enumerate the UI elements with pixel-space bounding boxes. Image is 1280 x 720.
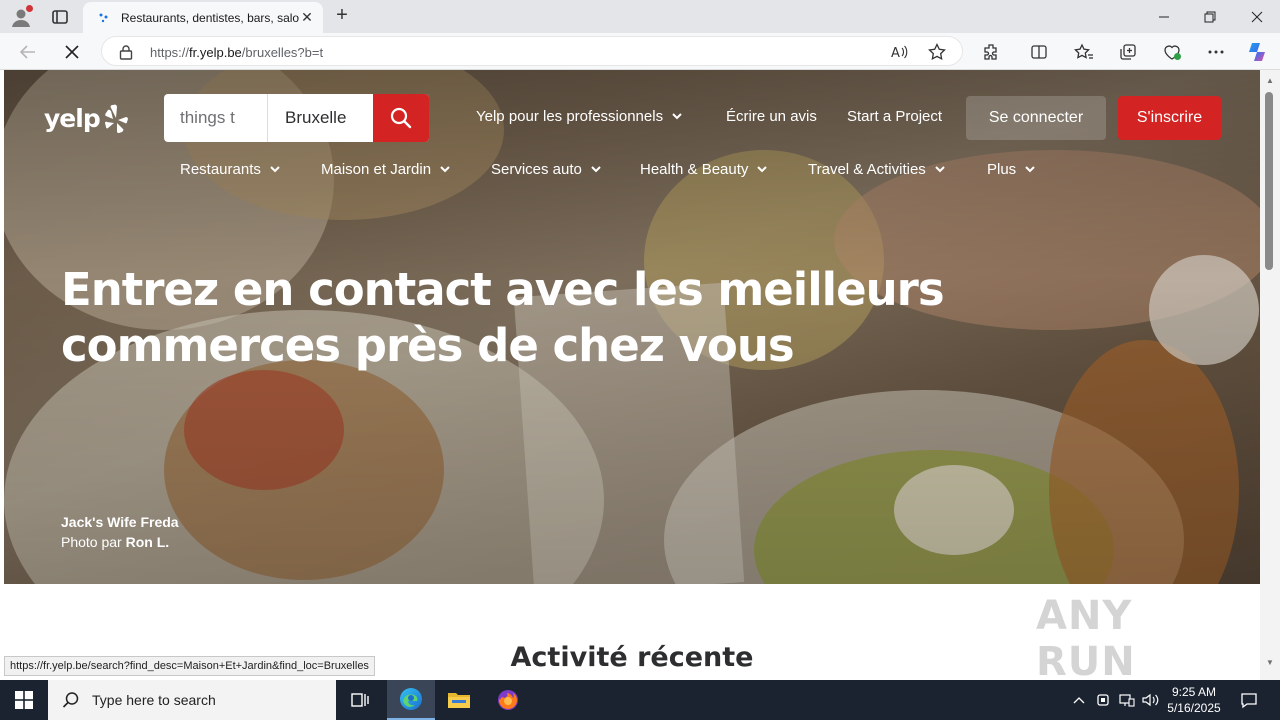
status-bar-url: https://fr.yelp.be/search?find_desc=Mais… <box>4 656 375 676</box>
category-home-garden[interactable]: Maison et Jardin <box>321 158 451 180</box>
logo-text: yelp <box>44 103 101 133</box>
for-business-dropdown[interactable]: Yelp pour les professionnels <box>476 108 683 125</box>
notification-dot <box>26 5 33 12</box>
address-bar[interactable]: https://fr.yelp.be/bruxelles?b=t A <box>101 36 963 66</box>
taskbar-search-box[interactable]: Type here to search <box>48 680 336 720</box>
favorites-icon[interactable] <box>1072 40 1096 64</box>
chevron-down-icon <box>440 166 450 173</box>
profile-avatar-icon[interactable] <box>10 5 33 28</box>
web-page: yelp things t Bruxelle Yelp pour les pro… <box>4 70 1260 680</box>
category-auto-services[interactable]: Services auto <box>491 158 602 180</box>
browser-tab-bar: Restaurants, dentistes, bars, salon ✕ + <box>0 0 1280 33</box>
file-explorer-icon[interactable] <box>435 680 483 720</box>
extensions-icon[interactable] <box>979 40 1003 64</box>
favorite-star-icon[interactable] <box>926 42 948 62</box>
category-restaurants[interactable]: Restaurants <box>180 158 281 180</box>
search-what-input[interactable]: things t <box>164 94 268 142</box>
category-label: Health & Beauty <box>640 160 749 178</box>
more-options-icon[interactable] <box>1204 40 1228 64</box>
scroll-down-icon[interactable]: ▼ <box>1265 658 1275 668</box>
url-host: fr.yelp.be <box>189 45 242 60</box>
login-button[interactable]: Se connecter <box>966 96 1106 140</box>
task-view-icon[interactable] <box>336 680 384 720</box>
search-icon <box>390 107 412 129</box>
category-health-beauty[interactable]: Health & Beauty <box>640 158 768 180</box>
category-label: Travel & Activities <box>808 160 926 178</box>
category-label: Services auto <box>491 160 582 178</box>
url-text: https://fr.yelp.be/bruxelles?b=t <box>150 45 323 60</box>
firefox-icon[interactable] <box>484 680 532 720</box>
lock-icon[interactable] <box>119 44 133 60</box>
svg-text:A: A <box>891 46 900 60</box>
photo-credit: Photo par Ron L. <box>61 534 169 550</box>
network-icon[interactable] <box>1116 680 1138 720</box>
split-screen-icon[interactable] <box>1027 40 1051 64</box>
category-travel-activities[interactable]: Travel & Activities <box>808 158 946 180</box>
write-review-link[interactable]: Écrire un avis <box>726 108 817 125</box>
browser-toolbar: https://fr.yelp.be/bruxelles?b=t A <box>0 33 1280 70</box>
category-label: Maison et Jardin <box>321 160 432 178</box>
photo-by-label: Photo par <box>61 534 122 550</box>
signup-button[interactable]: S'inscrire <box>1118 96 1221 140</box>
chevron-down-icon <box>591 166 601 173</box>
stop-loading-icon[interactable] <box>59 39 85 65</box>
category-label: Plus <box>987 160 1017 178</box>
close-window-icon[interactable] <box>1234 0 1280 33</box>
anyrun-watermark: ANY RUN <box>1036 593 1136 685</box>
headline-line-1: Entrez en contact avec les meilleurs <box>61 263 945 316</box>
device-tray-icon[interactable] <box>1092 680 1114 720</box>
edge-taskbar-icon[interactable] <box>387 680 435 720</box>
chevron-down-icon <box>1025 166 1035 173</box>
tab-title: Restaurants, dentistes, bars, salon <box>121 10 299 25</box>
chevron-down-icon <box>270 166 280 173</box>
search-location-input[interactable]: Bruxelle <box>268 94 373 142</box>
category-label: Restaurants <box>180 160 261 178</box>
browser-essentials-icon[interactable] <box>1160 40 1184 64</box>
hero-banner: yelp things t Bruxelle Yelp pour les pro… <box>4 70 1260 584</box>
url-path: /bruxelles?b=t <box>241 45 324 60</box>
windows-taskbar: Type here to search 9:25 AM 5/16/2025 <box>0 680 1280 720</box>
chevron-down-icon <box>672 113 682 120</box>
photo-business-link[interactable]: Jack's Wife Freda <box>61 514 179 530</box>
chevron-down-icon <box>757 166 768 173</box>
clock-time: 9:25 AM <box>1171 685 1217 699</box>
copilot-icon[interactable] <box>1245 40 1269 64</box>
yelp-logo[interactable]: yelp <box>44 100 129 136</box>
windows-logo-icon <box>15 691 33 709</box>
for-business-label: Yelp pour les professionnels <box>476 108 664 125</box>
search-button[interactable] <box>373 94 429 142</box>
url-scheme: https:// <box>150 45 190 60</box>
new-tab-icon[interactable]: + <box>332 5 352 27</box>
search-icon <box>62 692 79 708</box>
restore-icon[interactable] <box>1187 0 1233 33</box>
category-more[interactable]: Plus <box>987 158 1036 180</box>
loading-favicon-icon <box>99 13 108 22</box>
page-scrollbar[interactable]: ▲ ▼ <box>1260 70 1280 680</box>
show-hidden-icons-chevron-icon[interactable] <box>1068 680 1090 720</box>
taskbar-search-placeholder: Type here to search <box>92 692 216 708</box>
volume-icon[interactable] <box>1140 680 1162 720</box>
read-aloud-icon[interactable]: A <box>888 42 910 62</box>
yelp-burst-icon <box>104 104 128 133</box>
tab-actions-icon[interactable] <box>50 7 70 27</box>
start-project-link[interactable]: Start a Project <box>847 108 942 125</box>
clock-date: 5/16/2025 <box>1167 701 1221 715</box>
search-bar: things t Bruxelle <box>164 94 429 142</box>
notifications-icon[interactable] <box>1234 680 1264 720</box>
browser-tab-active[interactable]: Restaurants, dentistes, bars, salon ✕ <box>83 2 323 33</box>
photo-author-link[interactable]: Ron L. <box>126 534 170 550</box>
headline-line-2: commerces près de chez vous <box>61 319 795 372</box>
start-button[interactable] <box>0 680 48 720</box>
hero-headline: Entrez en contact avec les meilleurs com… <box>61 262 1011 374</box>
chevron-down-icon <box>935 166 945 173</box>
scroll-up-icon[interactable]: ▲ <box>1265 76 1275 86</box>
system-clock[interactable]: 9:25 AM 5/16/2025 <box>1162 684 1226 716</box>
tab-close-icon[interactable]: ✕ <box>299 9 315 26</box>
scroll-thumb[interactable] <box>1265 92 1273 270</box>
minimize-icon[interactable] <box>1141 0 1187 33</box>
collections-icon[interactable] <box>1116 40 1140 64</box>
back-icon[interactable] <box>15 39 41 65</box>
